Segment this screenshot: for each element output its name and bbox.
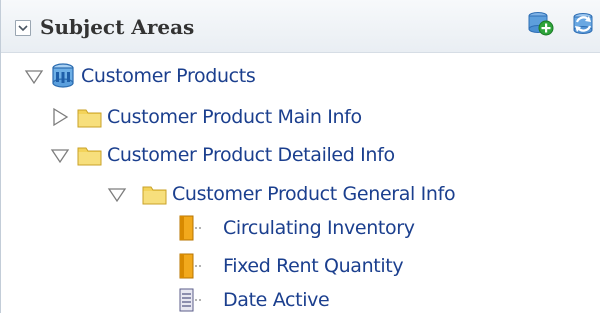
tree-node-customer-product-general-info[interactable]: Customer Product General Info (106, 178, 456, 210)
tree-node-fixed-rent-quantity[interactable]: Fixed Rent Quantity (179, 250, 404, 282)
tree-node-label: Date Active (223, 289, 330, 311)
attribute-column-icon (179, 286, 223, 313)
expanded-triangle-icon[interactable] (106, 183, 128, 205)
collapsed-triangle-icon[interactable] (49, 106, 71, 128)
panel-title: Subject Areas (40, 15, 195, 39)
tree-node-customer-product-detailed-info[interactable]: Customer Product Detailed Info (49, 139, 395, 171)
tree-node-label: Fixed Rent Quantity (223, 255, 404, 277)
folder-icon (77, 144, 107, 166)
chevron-down-icon (18, 25, 28, 32)
measure-column-icon (179, 214, 223, 242)
folder-icon (77, 106, 107, 128)
subject-area-icon (51, 63, 81, 89)
tree-node-customer-products[interactable]: Customer Products (23, 60, 256, 92)
tree-node-circulating-inventory[interactable]: Circulating Inventory (179, 212, 415, 244)
tree-node-label: Customer Products (81, 65, 256, 87)
folder-icon (142, 183, 172, 205)
tree-node-date-active[interactable]: Date Active (179, 284, 330, 313)
expanded-triangle-icon[interactable] (23, 65, 45, 87)
tree-node-label: Customer Product Main Info (107, 106, 362, 128)
tree-node-customer-product-main-info[interactable]: Customer Product Main Info (49, 101, 362, 133)
collapse-panel-button[interactable] (15, 20, 31, 36)
expanded-triangle-icon[interactable] (49, 144, 71, 166)
tree-node-label: Customer Product Detailed Info (107, 144, 395, 166)
panel-header: Subject Areas (1, 0, 600, 53)
add-subject-area-icon[interactable] (526, 9, 554, 41)
subject-areas-panel: Subject Areas Customer Products Customer… (0, 0, 600, 313)
tree-node-label: Circulating Inventory (223, 217, 415, 239)
measure-column-icon (179, 252, 223, 280)
refresh-icon[interactable] (569, 9, 599, 43)
tree-node-label: Customer Product General Info (172, 183, 456, 205)
